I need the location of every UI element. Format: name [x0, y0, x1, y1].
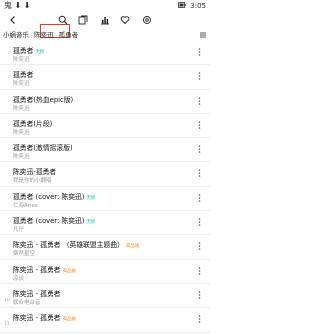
status-right: 3:05: [176, 0, 206, 12]
heart-icon[interactable]: [118, 13, 132, 27]
more-options-icon[interactable]: [198, 315, 201, 325]
tab-bar: 小蜗音乐 陈奕迅 孤勇者: [0, 29, 210, 41]
song-title: 陈奕迅-孤勇者: [13, 166, 56, 176]
song-title: 陈奕迅 - 孤勇者 高品质: [13, 264, 76, 274]
song-artist: 陈奕迅: [13, 105, 30, 112]
song-title-text: 孤勇者: [13, 47, 34, 55]
more-options-icon[interactable]: [198, 266, 201, 277]
song-artist: 仁海Aries: [13, 202, 38, 209]
song-title-text: 陈奕迅 - 孤勇者: [13, 265, 61, 274]
status-bar: 鬼 ⬇ ⬇ 3:05: [0, 0, 210, 12]
song-title: 陈奕迅 - 孤勇者 高品质: [13, 312, 76, 322]
song-artist: 陈奕迅: [13, 81, 30, 88]
song-row[interactable]: 孤勇者 无损 陈奕迅: [0, 41, 210, 66]
song-row[interactable]: 陈奕迅 - 孤勇者 高品质 凉谈: [0, 260, 210, 284]
song-row[interactable]: 孤勇者(片段) 陈奕迅: [0, 114, 210, 139]
quality-badge: 无损: [35, 50, 45, 55]
more-options-icon[interactable]: [198, 193, 201, 204]
song-title-text: 孤勇者: [13, 71, 34, 80]
more-options-icon[interactable]: [198, 169, 201, 179]
song-artist: 陈奕迅: [13, 57, 30, 63]
search-icon[interactable]: [56, 13, 70, 27]
song-list: 孤勇者 无损 陈奕迅 孤勇者 陈奕迅 孤勇者(热血epic版) 陈奕迅 孤勇者(片段) 陈奕迅孤…: [0, 41, 210, 333]
song-title-text: 陈奕迅 - 孤勇者: [13, 314, 61, 323]
quality-badge: 无损: [86, 220, 96, 226]
song-title-text: 陈奕迅 - 孤勇者 （英雄联盟主题曲）: [13, 241, 124, 250]
more-options-icon[interactable]: [198, 218, 201, 228]
copy-icon[interactable]: [76, 13, 90, 27]
more-options-icon[interactable]: [198, 48, 201, 58]
more-options-icon[interactable]: [198, 242, 201, 252]
song-artist: 凉谈: [13, 275, 25, 282]
more-options-icon[interactable]: [198, 145, 201, 155]
more-options-icon[interactable]: [198, 291, 201, 301]
song-artist: 懒然星空: [13, 251, 36, 258]
song-artist: 陈奕迅: [13, 154, 30, 161]
song-title: 陈奕迅 - 孤勇者: [13, 288, 61, 298]
song-row[interactable]: 陈奕迅-孤勇者 我是你的小翻唱: [0, 162, 210, 187]
song-title-text: 陈奕迅-孤勇者: [13, 168, 57, 177]
song-title: 孤勇者: [13, 69, 33, 79]
settings-icon[interactable]: [140, 13, 154, 27]
song-title: 孤勇者(热血epic版): [13, 94, 73, 104]
song-artist: 联合电台音: [13, 299, 41, 306]
song-title: 孤勇者 (cover: 陈奕迅) 无损: [13, 215, 95, 225]
song-row[interactable]: 孤勇者 (cover: 陈奕迅) 无损 仁海Aries: [0, 187, 210, 212]
quality-badge: 高品质: [125, 244, 140, 250]
song-row[interactable]: 陈奕迅 - 孤勇者 10 联合电台音: [0, 284, 210, 309]
song-row[interactable]: 陈奕迅 - 孤勇者 （英雄联盟主题曲） 高品质 懒然星空: [0, 235, 210, 260]
song-artist: 陈奕迅: [13, 129, 30, 136]
quality-badge: 高品质: [62, 317, 77, 323]
song-title-text: 陈奕迅 - 孤勇者: [13, 289, 61, 298]
song-row[interactable]: 陈奕迅 - 孤勇者 高品质 11: [0, 308, 210, 333]
status-time: 3:05: [190, 2, 206, 10]
song-title-text: 孤勇者(热血epic版): [13, 95, 74, 104]
back-arrow-icon[interactable]: [6, 13, 20, 27]
more-options-icon[interactable]: [198, 96, 201, 107]
chart-icon[interactable]: [98, 13, 112, 27]
song-title: 孤勇者 无损: [13, 45, 44, 55]
row-index: 10: [4, 297, 10, 303]
more-options-icon[interactable]: [198, 121, 201, 131]
song-title: 孤勇者 (cover: 陈奕迅) 无损: [13, 191, 95, 201]
song-title-text: 孤勇者 (cover: 陈奕迅): [13, 192, 85, 201]
song-title: 孤勇者(激情摇滚版): [13, 142, 73, 152]
battery-icon: [178, 2, 188, 10]
song-row[interactable]: 孤勇者 (cover: 陈奕迅) 无损 凡仔: [0, 211, 210, 236]
more-options-icon[interactable]: [198, 72, 201, 82]
song-title: 孤勇者(片段): [13, 118, 52, 128]
tab-guyongzhe[interactable]: 孤勇者: [59, 31, 79, 39]
toolbar: [0, 12, 210, 38]
song-artist: 凡仔: [13, 227, 25, 234]
status-notifications: 鬼 ⬇ ⬇: [4, 1, 31, 10]
song-row[interactable]: 孤勇者 陈奕迅: [0, 65, 210, 90]
quality-badge: 高品质: [62, 268, 77, 274]
tab-xiaowo-music[interactable]: 小蜗音乐: [3, 31, 29, 39]
song-title-text: 孤勇者 (cover: 陈奕迅): [13, 217, 85, 226]
row-index: 11: [4, 322, 10, 328]
song-title-text: 孤勇者(激情摇滚版): [13, 144, 73, 153]
song-title: 陈奕迅 - 孤勇者 （英雄联盟主题曲） 高品质: [13, 239, 139, 249]
tab-eason[interactable]: 陈奕迅: [34, 31, 54, 39]
song-title-text: 孤勇者(片段): [13, 119, 53, 128]
song-artist: 我是你的小翻唱: [13, 178, 52, 185]
song-row[interactable]: 孤勇者(热血epic版) 陈奕迅: [0, 90, 210, 114]
song-row[interactable]: 孤勇者(激情摇滚版) 陈奕迅: [0, 138, 210, 163]
quality-badge: 无损: [86, 195, 96, 201]
